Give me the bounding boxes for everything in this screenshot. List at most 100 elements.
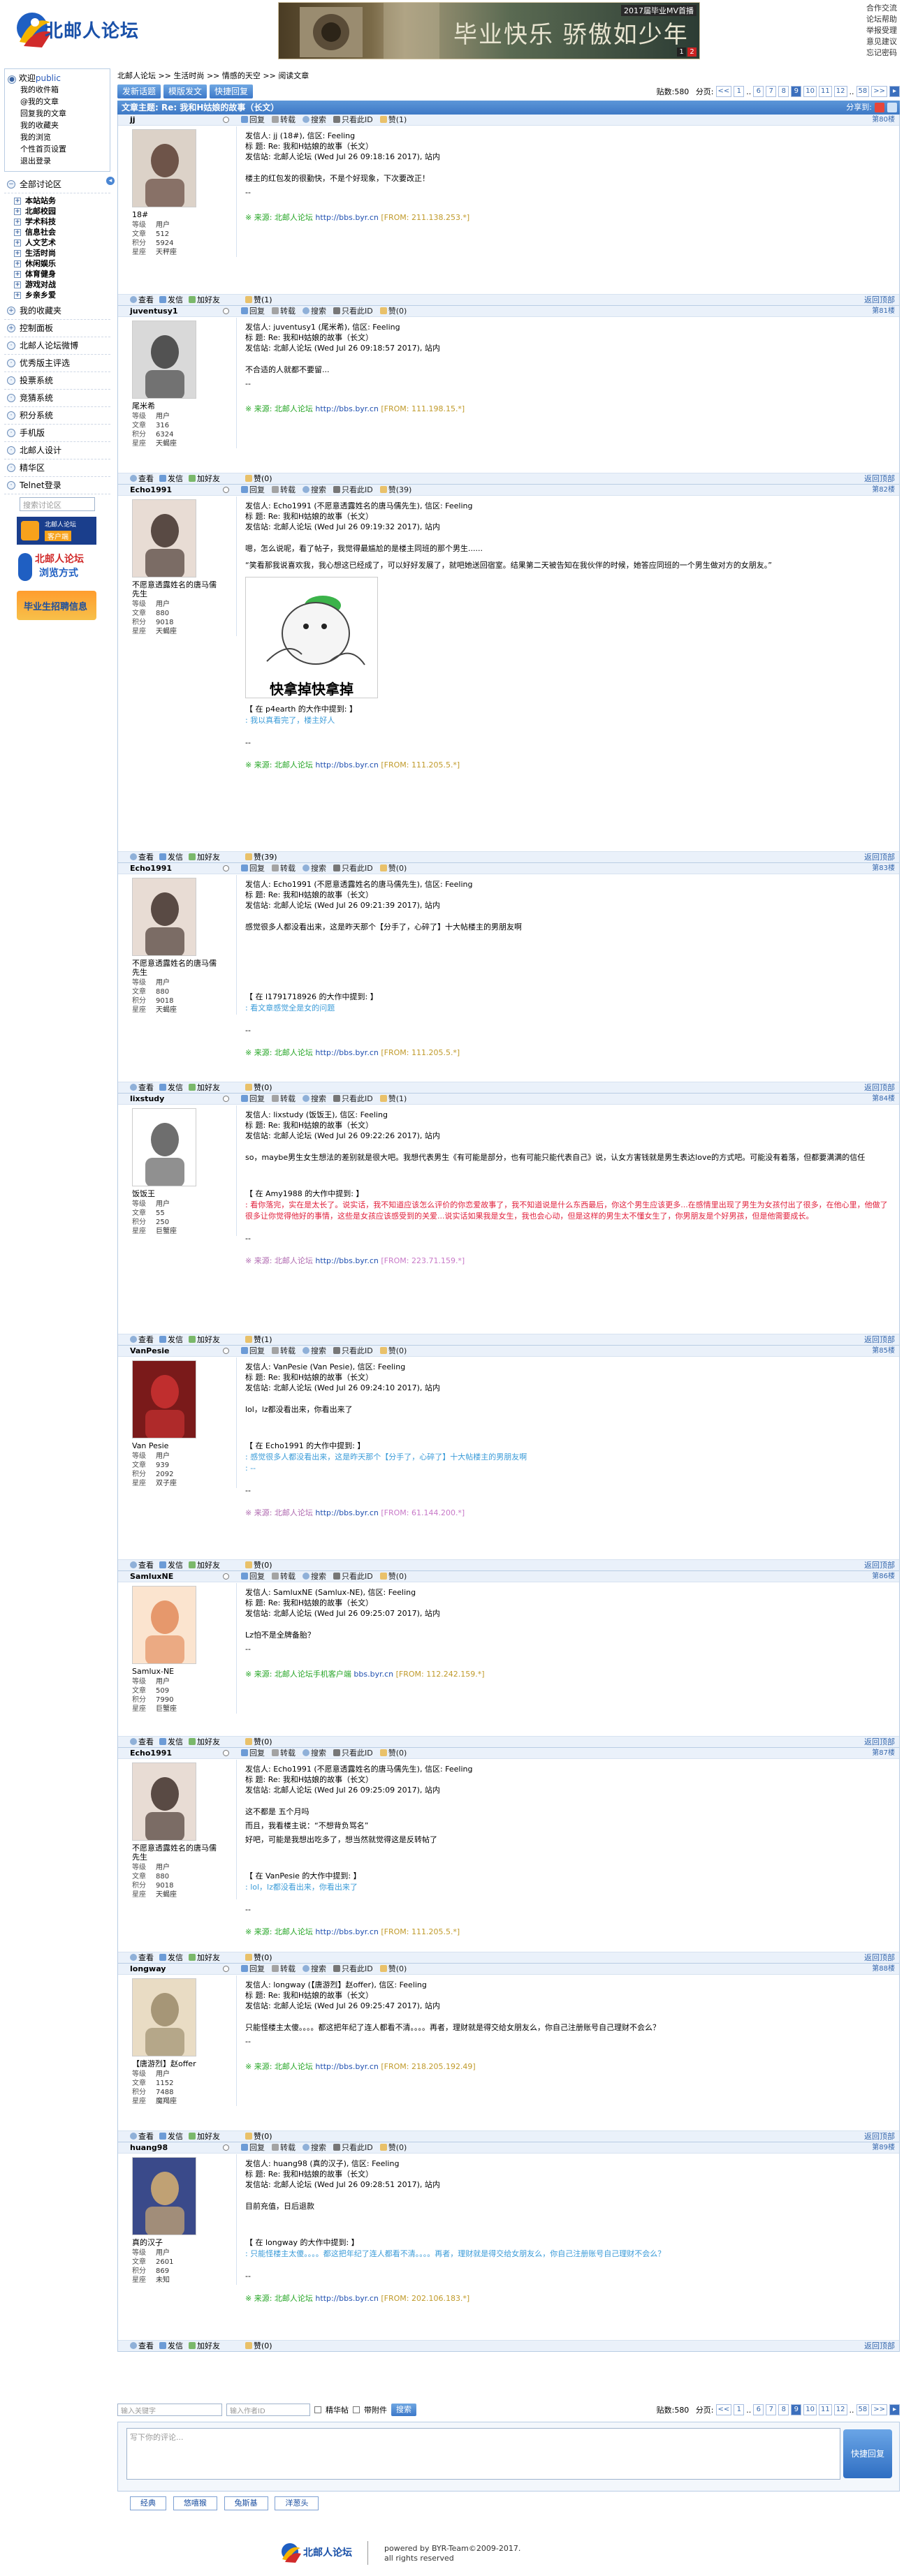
floor-number[interactable]: 第87楼 — [872, 1748, 895, 1759]
search-action[interactable]: 搜索 — [302, 2142, 326, 2154]
menu-digest[interactable]: · 精华区 — [4, 459, 110, 477]
view-profile-action[interactable]: 查看 — [130, 1560, 154, 1571]
jump-icon[interactable]: ▸ — [889, 2404, 900, 2415]
menu-mobile[interactable]: · 手机版 — [4, 425, 110, 442]
footer-like-action[interactable]: 赞(39) — [245, 852, 277, 863]
emoji-tab-onion[interactable]: 洋葱头 — [275, 2496, 319, 2510]
send-message-action[interactable]: 发信 — [159, 1952, 183, 1964]
like-action[interactable]: 赞(39) — [379, 485, 411, 496]
add-friend-action[interactable]: 加好友 — [189, 1560, 220, 1571]
add-friend-action[interactable]: 加好友 — [189, 295, 220, 306]
search-action[interactable]: 搜索 — [302, 1964, 326, 1975]
post-author-id[interactable]: Echo1991 — [130, 864, 172, 873]
top-link-report[interactable]: 举报受理 — [866, 25, 903, 36]
back-to-top-link[interactable]: 返回顶部 — [864, 852, 895, 863]
footer-like-action[interactable]: 赞(1) — [245, 295, 272, 306]
section-item[interactable]: + 北邮校园 — [4, 206, 110, 216]
section-all-boards[interactable]: − 全部讨论区 — [4, 176, 110, 193]
page-link[interactable]: 10 — [803, 86, 817, 97]
top-link-cooperation[interactable]: 合作交流 — [866, 3, 903, 14]
footer-like-action[interactable]: 赞(0) — [245, 2131, 272, 2142]
top-link-forgot-password[interactable]: 忘记密码 — [866, 47, 903, 59]
reply-action[interactable]: 回复 — [241, 306, 265, 317]
page-link[interactable]: 12 — [833, 86, 847, 97]
add-friend-action[interactable]: 加好友 — [189, 1737, 220, 1748]
link-favorites[interactable]: 我的收藏夹 — [8, 119, 107, 131]
link-replies[interactable]: 回复我的文章 — [8, 108, 107, 119]
view-profile-action[interactable]: 查看 — [130, 1952, 154, 1964]
floor-number[interactable]: 第81楼 — [872, 306, 895, 317]
page-link[interactable]: 6 — [753, 2404, 764, 2415]
menu-score-system[interactable]: · 积分系统 — [4, 407, 110, 425]
send-message-action[interactable]: 发信 — [159, 1334, 183, 1346]
forward-action[interactable]: 转载 — [272, 1571, 296, 1582]
avatar[interactable] — [132, 1586, 196, 1664]
source-link[interactable]: bbs.byr.cn — [353, 1670, 393, 1679]
search-action[interactable]: 搜索 — [302, 485, 326, 496]
menu-weibo[interactable]: · 北邮人论坛微博 — [4, 337, 110, 355]
send-message-action[interactable]: 发信 — [159, 295, 183, 306]
avatar[interactable] — [132, 129, 196, 207]
reply-action[interactable]: 回复 — [241, 1571, 265, 1582]
floor-number[interactable]: 第85楼 — [872, 1346, 895, 1357]
send-message-action[interactable]: 发信 — [159, 2131, 183, 2142]
floor-number[interactable]: 第82楼 — [872, 485, 895, 496]
back-to-top-link[interactable]: 返回顶部 — [864, 1952, 895, 1964]
link-at-me[interactable]: @我的文章 — [8, 96, 107, 108]
floor-number[interactable]: 第83楼 — [872, 863, 895, 874]
menu-moderator-vote[interactable]: · 优秀版主评选 — [4, 355, 110, 372]
section-item[interactable]: + 游戏对战 — [4, 279, 110, 290]
link-inbox[interactable]: 我的收件箱 — [8, 84, 107, 96]
send-message-action[interactable]: 发信 — [159, 1082, 183, 1094]
source-link[interactable]: http://bbs.byr.cn — [315, 2062, 378, 2071]
view-profile-action[interactable]: 查看 — [130, 1737, 154, 1748]
floor-number[interactable]: 第80楼 — [872, 115, 895, 126]
same-author-action[interactable]: 只看此ID — [333, 485, 373, 496]
avatar[interactable] — [132, 1978, 196, 2056]
search-action[interactable]: 搜索 — [302, 863, 326, 874]
same-author-action[interactable]: 只看此ID — [333, 306, 373, 317]
page-link[interactable]: 1 — [734, 86, 745, 97]
reply-action[interactable]: 回复 — [241, 485, 265, 496]
next-page[interactable]: >> — [871, 2404, 887, 2415]
page-link[interactable]: 6 — [753, 86, 764, 97]
menu-guess-system[interactable]: · 竞猜系统 — [4, 390, 110, 407]
source-link[interactable]: http://bbs.byr.cn — [315, 213, 378, 222]
same-author-action[interactable]: 只看此ID — [333, 1964, 373, 1975]
post-author-id[interactable]: longway — [130, 1964, 166, 1973]
same-author-action[interactable]: 只看此ID — [333, 863, 373, 874]
view-profile-action[interactable]: 查看 — [130, 295, 154, 306]
section-item[interactable]: + 生活时尚 — [4, 248, 110, 258]
like-action[interactable]: 赞(1) — [379, 115, 407, 126]
section-item[interactable]: + 信息社会 — [4, 227, 110, 237]
footer-like-action[interactable]: 赞(0) — [245, 473, 272, 485]
search-action[interactable]: 搜索 — [302, 115, 326, 126]
page-link[interactable]: 7 — [766, 2404, 777, 2415]
like-action[interactable]: 赞(1) — [379, 1094, 407, 1105]
source-link[interactable]: http://bbs.byr.cn — [315, 1048, 378, 1057]
forward-action[interactable]: 转载 — [272, 2142, 296, 2154]
post-author-id[interactable]: SamluxNE — [130, 1572, 173, 1581]
board-search-input[interactable]: 搜索讨论区 — [20, 497, 95, 511]
post-author-id[interactable]: VanPesie — [130, 1346, 169, 1355]
footer-like-action[interactable]: 赞(0) — [245, 1952, 272, 1964]
like-action[interactable]: 赞(0) — [379, 1748, 407, 1759]
search-action[interactable]: 搜索 — [302, 306, 326, 317]
menu-design[interactable]: · 北邮人设计 — [4, 442, 110, 459]
add-friend-action[interactable]: 加好友 — [189, 1952, 220, 1964]
floor-number[interactable]: 第88楼 — [872, 1964, 895, 1975]
reply-action[interactable]: 回复 — [241, 863, 265, 874]
author-input[interactable]: 输入作者ID — [226, 2404, 310, 2416]
same-author-action[interactable]: 只看此ID — [333, 115, 373, 126]
avatar[interactable] — [132, 2157, 196, 2235]
post-author-id[interactable]: Echo1991 — [130, 485, 172, 494]
section-item[interactable]: + 体育健身 — [4, 269, 110, 279]
username[interactable]: public — [36, 73, 61, 83]
page-link[interactable]: 8 — [778, 86, 789, 97]
avatar[interactable] — [132, 499, 196, 577]
avatar[interactable] — [132, 321, 196, 399]
link-history[interactable]: 我的浏览 — [8, 131, 107, 143]
forward-action[interactable]: 转载 — [272, 306, 296, 317]
prev-page[interactable]: << — [715, 86, 732, 97]
page-link[interactable]: 12 — [833, 2404, 847, 2415]
